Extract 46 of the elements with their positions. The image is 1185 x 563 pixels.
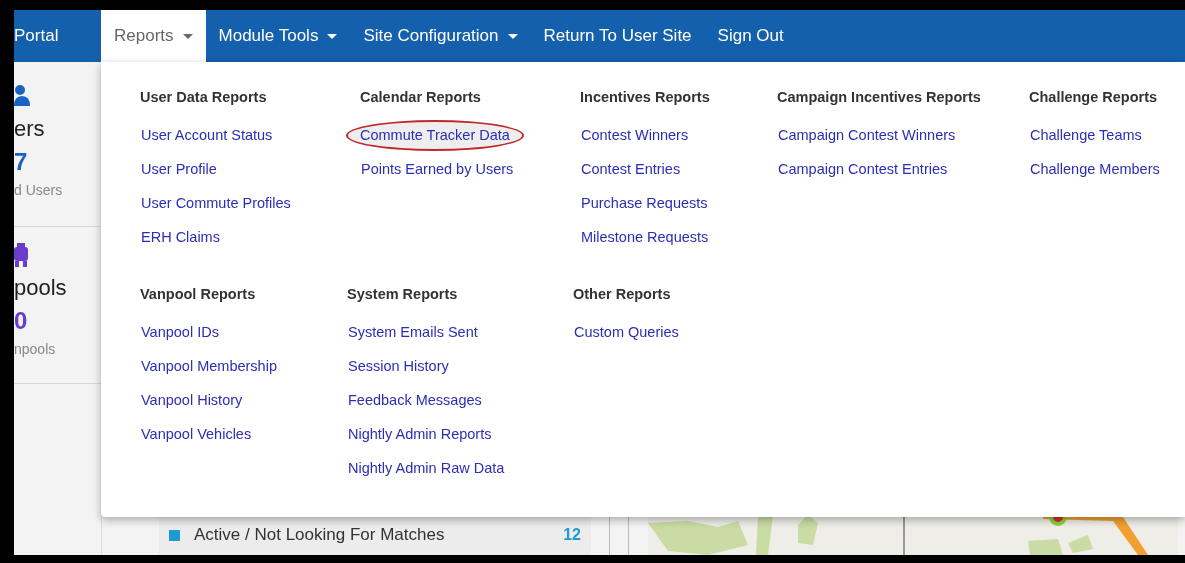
menu-link[interactable]: Contest Winners [580, 126, 690, 145]
menu-link[interactable]: Contest Entries [580, 160, 682, 179]
nav-tab[interactable]: Site Configuration [350, 10, 531, 62]
nav-tab[interactable]: Module Tools [205, 10, 351, 62]
menu-heading: System Reports [347, 286, 459, 302]
nav-tab[interactable]: Reports [101, 10, 206, 62]
menu-heading: Calendar Reports [360, 89, 482, 105]
menu-link[interactable]: User Account Status [140, 126, 274, 145]
menu-link[interactable]: Commute Tracker Data [348, 122, 522, 149]
card-caption: npools [14, 341, 57, 357]
menu-link[interactable]: User Commute Profiles [140, 194, 292, 213]
menu-heading: Other Reports [573, 286, 672, 302]
menu-link[interactable]: User Profile [140, 160, 218, 179]
menu-link[interactable]: Vanpool History [140, 391, 244, 410]
nav-tab[interactable]: Return To User Site [530, 10, 705, 62]
status-label: Active / Not Looking For Matches [194, 525, 445, 545]
menu-link[interactable]: Points Earned by Users [360, 160, 515, 179]
card-title: ers [14, 116, 46, 142]
menu-heading: Incentives Reports [580, 89, 711, 105]
menu-link[interactable]: Milestone Requests [580, 228, 710, 247]
stat-count: 7 [14, 148, 29, 176]
menu-heading: Vanpool Reports [140, 286, 257, 302]
menu-heading: User Data Reports [140, 89, 268, 105]
menu-link[interactable]: Vanpool Vehicles [140, 425, 253, 444]
menu-link[interactable]: Feedback Messages [347, 391, 483, 410]
menu-link[interactable]: Nightly Admin Raw Data [347, 459, 506, 478]
menu-link[interactable]: Challenge Teams [1029, 126, 1143, 145]
menu-link[interactable]: Custom Queries [573, 323, 680, 342]
menu-link[interactable]: Vanpool IDs [140, 323, 220, 342]
menu-link[interactable]: Campaign Contest Entries [777, 160, 949, 179]
menu-link[interactable]: Session History [347, 357, 450, 376]
nav-tab[interactable]: Sign Out [704, 10, 797, 62]
menu-heading: Challenge Reports [1029, 89, 1159, 105]
nav-tab[interactable]: Portal [14, 10, 101, 62]
menu-link[interactable]: Challenge Members [1029, 160, 1161, 179]
stat-count: 0 [14, 307, 29, 335]
menu-heading: Campaign Incentives Reports [777, 89, 982, 105]
menu-link[interactable]: Vanpool Membership [140, 357, 278, 376]
menu-link[interactable]: Nightly Admin Reports [347, 425, 493, 444]
menu-link[interactable]: ERH Claims [140, 228, 221, 247]
card-title: pools [14, 275, 68, 301]
menu-link[interactable]: Campaign Contest Winners [777, 126, 957, 145]
card-caption: d Users [14, 182, 64, 198]
status-count: 12 [563, 526, 581, 544]
menu-link[interactable]: System Emails Sent [347, 323, 479, 342]
menu-link[interactable]: Purchase Requests [580, 194, 709, 213]
